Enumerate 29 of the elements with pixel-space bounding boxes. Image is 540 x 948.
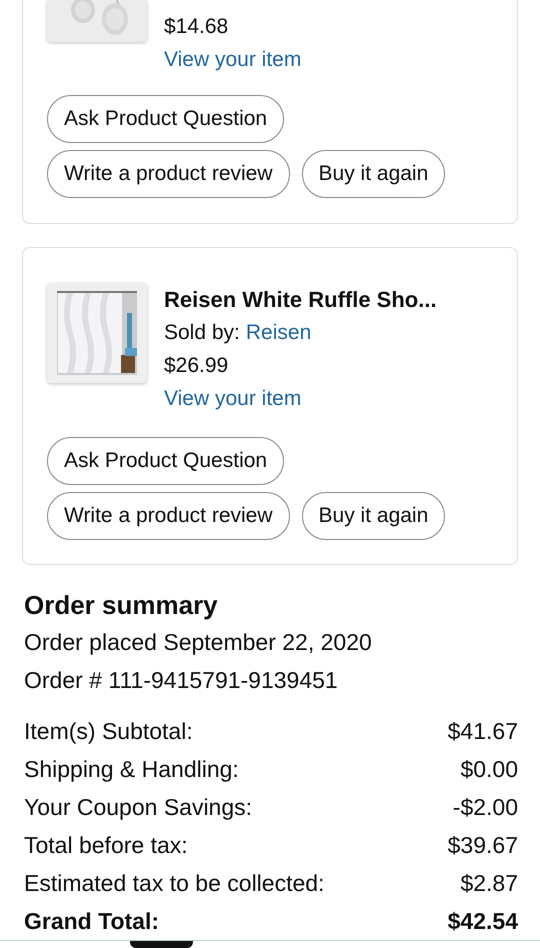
summary-label: Your Coupon Savings: xyxy=(24,793,252,822)
view-item-link[interactable]: View your item xyxy=(164,382,437,415)
view-item-link[interactable]: View your item xyxy=(164,43,302,76)
summary-label: Item(s) Subtotal: xyxy=(24,717,193,746)
summary-value: $42.54 xyxy=(448,907,518,936)
price: $14.68 xyxy=(164,14,230,40)
action-button[interactable]: Ask Product Question xyxy=(47,437,284,485)
summary-label: Shipping & Handling: xyxy=(24,755,239,784)
action-button[interactable]: Ask Product Question xyxy=(47,95,284,143)
action-button[interactable]: Buy it again xyxy=(302,150,446,198)
summary-value: $39.67 xyxy=(448,831,518,860)
summary-label: Estimated tax to be collected: xyxy=(24,869,324,898)
summary-label: Grand Total: xyxy=(24,907,160,936)
home-indicator xyxy=(130,941,193,948)
price: $26.99 xyxy=(164,353,230,379)
order-number: Order # 111-9415791-9139451 xyxy=(24,666,339,695)
seller-link[interactable]: Reisen xyxy=(246,316,312,349)
product-title[interactable]: Reisen White Ruffle Sho... xyxy=(164,283,437,316)
action-button[interactable]: Write a product review xyxy=(47,492,290,540)
summary-value: $2.87 xyxy=(460,869,518,898)
sold-by-label: Sold by: xyxy=(164,320,240,346)
action-button[interactable]: Buy it again xyxy=(302,492,446,540)
summary-title: Order summary xyxy=(24,589,219,622)
order-date: Order placed September 22, 2020 xyxy=(24,628,373,657)
summary-value: $41.67 xyxy=(448,717,518,746)
summary-value: -$2.00 xyxy=(452,793,518,822)
summary-label: Total before tax: xyxy=(24,831,188,860)
action-button[interactable]: Write a product review xyxy=(47,150,290,198)
summary-value: $0.00 xyxy=(460,755,518,784)
